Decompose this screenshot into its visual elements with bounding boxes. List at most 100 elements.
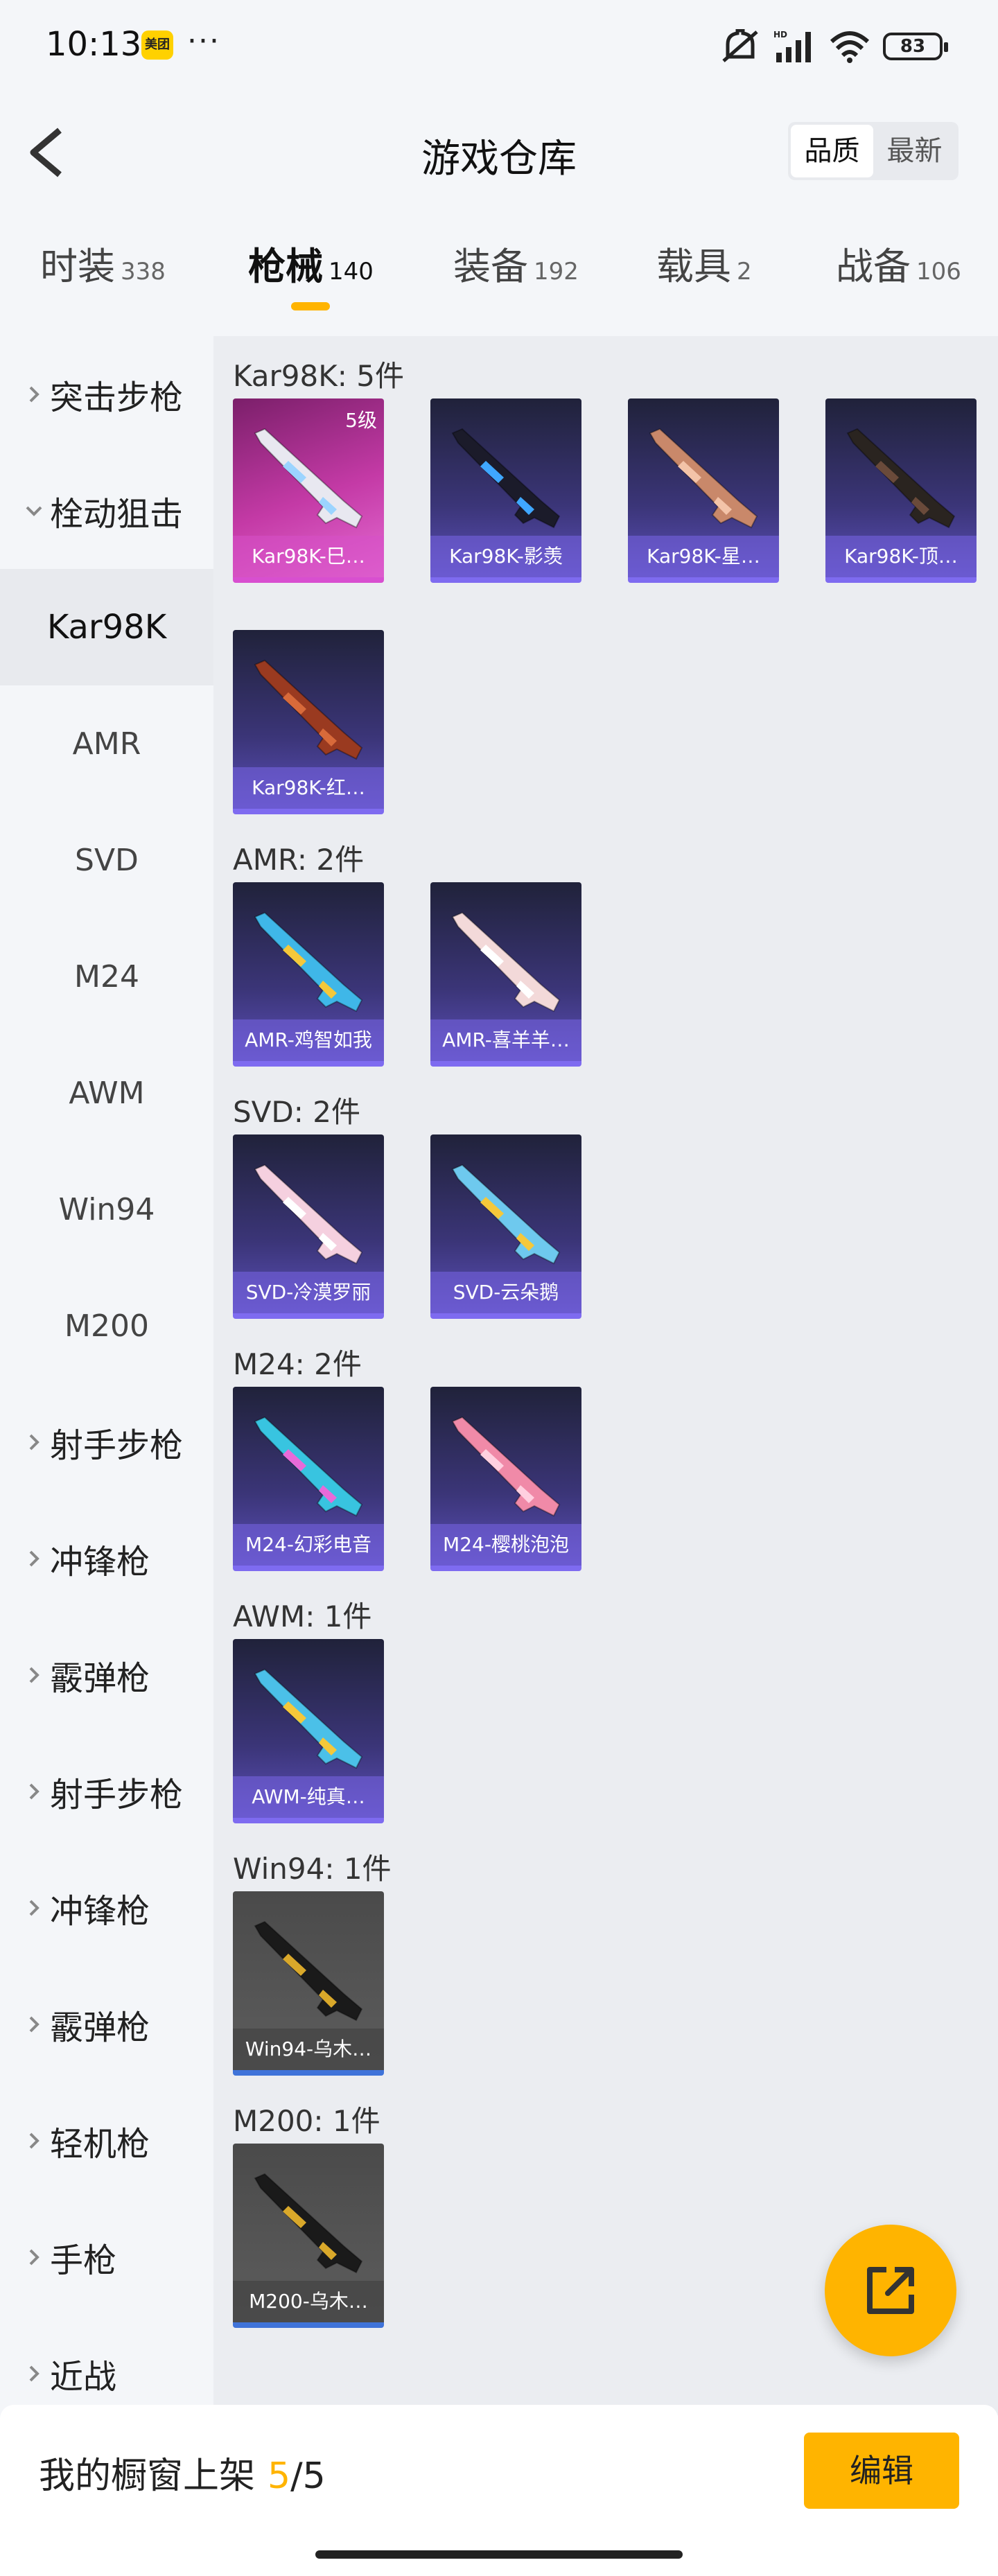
home-indicator[interactable]	[315, 2550, 683, 2559]
section-title: M24: 2件	[233, 1347, 362, 1381]
sidebar-item[interactable]: M24	[0, 918, 213, 1035]
sidebar-item[interactable]: 栓动狙击	[0, 453, 213, 569]
sidebar-item-label: AWM	[69, 1075, 145, 1111]
skin-name: M24-幻彩电音	[233, 1524, 384, 1566]
skin-name: SVD-冷漠罗丽	[233, 1272, 384, 1313]
tab-outfits[interactable]: 时装 338	[40, 236, 166, 290]
sidebar-item-label: 冲锋枪	[50, 1543, 150, 1581]
tab-count: 106	[916, 258, 961, 286]
sidebar-item-label: M200	[64, 1308, 149, 1344]
sidebar-item[interactable]: AWM	[0, 1035, 213, 1151]
weapon-skin-card[interactable]: AMR-喜羊羊…	[430, 882, 581, 1067]
chevron-right-icon	[29, 1667, 40, 1683]
wifi-icon	[829, 29, 870, 64]
page-header: 游戏仓库 品质 最新	[0, 104, 998, 201]
tab-vehicles[interactable]: 载具 2	[656, 236, 752, 290]
skin-name: M24-樱桃泡泡	[430, 1524, 581, 1566]
sidebar-item-label: Kar98K	[46, 608, 167, 647]
share-button[interactable]	[825, 2225, 956, 2356]
sidebar-item-label: Win94	[58, 1191, 155, 1227]
showcase-label: 我的橱窗上架	[39, 2455, 256, 2497]
weapon-skin-card[interactable]: M24-幻彩电音	[233, 1387, 384, 1571]
weapon-skin-card[interactable]: Kar98K-影羡	[430, 398, 581, 583]
section-title: SVD: 2件	[233, 1095, 360, 1129]
weapon-skin-card[interactable]: AWM-纯真…	[233, 1639, 384, 1823]
status-time: 10:13	[46, 25, 142, 64]
tab-count: 2	[737, 258, 752, 286]
sidebar-item-label: 霰弹枪	[50, 2008, 150, 2047]
weapon-skin-card[interactable]: Kar98K-顶…	[825, 398, 977, 583]
rifle-icon	[451, 1164, 561, 1265]
sidebar-item[interactable]: Win94	[0, 1151, 213, 1268]
sidebar-item[interactable]: 手枪	[0, 2199, 213, 2315]
tab-count: 140	[329, 258, 374, 286]
weapon-skin-card[interactable]: M24-樱桃泡泡	[430, 1387, 581, 1571]
sidebar-item-label: 栓动狙击	[50, 495, 184, 534]
weapon-skin-card[interactable]: Win94-乌木…	[233, 1891, 384, 2076]
weapon-skin-card[interactable]: Kar98K-红…	[233, 630, 384, 814]
skin-name: Kar98K-星…	[628, 536, 779, 577]
edit-button[interactable]: 编辑	[804, 2433, 959, 2509]
tab-battle-gear[interactable]: 战备 106	[836, 236, 961, 290]
chevron-right-icon	[29, 2365, 40, 2382]
chevron-right-icon	[29, 1783, 40, 1800]
weapon-skin-card[interactable]: M200-乌木…	[233, 2144, 384, 2328]
weapon-skin-card[interactable]: SVD-冷漠罗丽	[233, 1134, 384, 1319]
showcase-bar: 我的橱窗上架 5 /5 编辑	[0, 2405, 998, 2576]
active-tab-indicator	[291, 302, 330, 310]
tab-label: 枪械	[248, 245, 323, 288]
rifle-icon	[254, 1920, 363, 2022]
skin-name: Kar98K-顶…	[825, 536, 977, 577]
sidebar-item[interactable]: 霰弹枪	[0, 1617, 213, 1733]
sidebar-item[interactable]: 射手步枪	[0, 1733, 213, 1850]
sidebar-item[interactable]: 冲锋枪	[0, 1500, 213, 1617]
chevron-right-icon	[29, 386, 40, 403]
tab-label: 战备	[836, 245, 911, 288]
tab-count: 192	[534, 258, 579, 286]
chevron-right-icon	[29, 1434, 40, 1451]
showcase-used-count: 5	[268, 2455, 291, 2497]
showcase-total-count: /5	[290, 2455, 326, 2497]
tab-equipment[interactable]: 装备 192	[453, 236, 579, 290]
category-tabs: 时装 338 枪械 140 装备 192 载具 2 战备 106	[0, 236, 998, 333]
skin-name: M200-乌木…	[233, 2281, 384, 2322]
skin-name: Kar98K-影羡	[430, 536, 581, 577]
sidebar-item[interactable]: SVD	[0, 802, 213, 918]
tab-label: 时装	[40, 245, 115, 288]
skin-level-badge: 5级	[345, 409, 377, 432]
more-notifications-icon: ···	[187, 24, 220, 59]
skin-name: AMR-喜羊羊…	[430, 1019, 581, 1061]
skin-name: AWM-纯真…	[233, 1776, 384, 1818]
section-title: Kar98K: 5件	[233, 359, 405, 393]
sidebar-item[interactable]: Kar98K	[0, 569, 213, 685]
chevron-right-icon	[29, 2132, 40, 2149]
sidebar-item-label: M24	[74, 958, 139, 995]
showcase-status: 我的橱窗上架 5 /5	[39, 2446, 326, 2498]
sidebar-item[interactable]: 射手步枪	[0, 1384, 213, 1500]
sidebar-item[interactable]: 突击步枪	[0, 336, 213, 453]
weapon-skin-card[interactable]: AMR-鸡智如我	[233, 882, 384, 1067]
weapon-skin-card[interactable]: Kar98K-星…	[628, 398, 779, 583]
hd-label: HD	[773, 30, 787, 40]
chevron-right-icon	[29, 1550, 40, 1567]
sidebar-item[interactable]: AMR	[0, 685, 213, 802]
status-icons: HD 83	[721, 29, 948, 64]
weapon-skin-card[interactable]: SVD-云朵鹅	[430, 1134, 581, 1319]
battery-icon: 83	[883, 33, 948, 60]
sidebar-item-label: 冲锋枪	[50, 1892, 150, 1931]
sidebar-item[interactable]: 轻机枪	[0, 2083, 213, 2199]
weapon-skin-card[interactable]: 5级 Kar98K-巳…	[233, 398, 384, 583]
sidebar-item-label: 突击步枪	[50, 378, 184, 417]
sort-by-quality-button[interactable]: 品质	[791, 125, 873, 177]
sidebar-item-label: 射手步枪	[50, 1776, 184, 1814]
rifle-icon	[254, 1668, 363, 1769]
chevron-right-icon	[29, 1900, 40, 1916]
sort-by-newest-button[interactable]: 最新	[873, 125, 956, 177]
sidebar-item[interactable]: 冲锋枪	[0, 1850, 213, 1966]
section-title: M200: 1件	[233, 2104, 380, 2138]
sidebar-item[interactable]: 霰弹枪	[0, 1966, 213, 2083]
rifle-icon	[451, 911, 561, 1013]
tab-weapons[interactable]: 枪械 140	[248, 236, 374, 290]
sidebar-item[interactable]: M200	[0, 1268, 213, 1384]
section-title: AWM: 1件	[233, 1600, 372, 1633]
